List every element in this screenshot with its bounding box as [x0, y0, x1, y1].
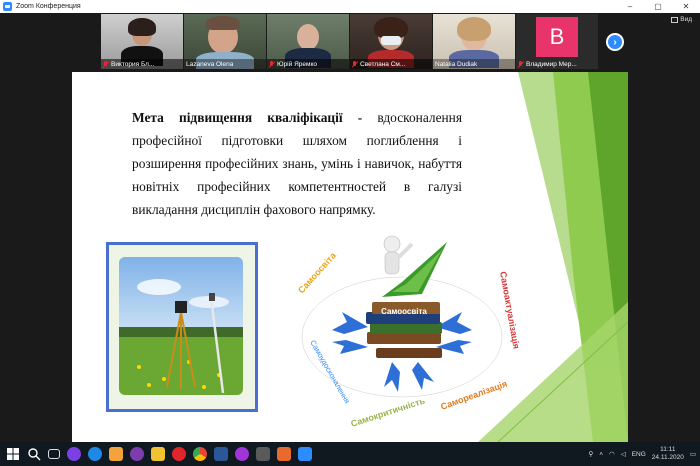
participant-name: Светлана См... [360, 60, 406, 68]
zoom-window: Zoom Конференция – ▢ ✕ Виктория Бл... La… [0, 0, 700, 466]
window-title: Zoom Конференция [16, 3, 81, 10]
diagram-label: Самоосвіта [296, 250, 339, 296]
shared-slide: Мета підвищення кваліфікації - вдосконал… [72, 72, 628, 442]
slide-text: Мета підвищення кваліфікації - вдосконал… [132, 106, 462, 221]
diagram-center-label: Самоосвіта [381, 307, 427, 316]
self-development-diagram: Самоосвіта Самоосвіта Самоактуалізація С… [296, 235, 522, 429]
notepad-icon[interactable] [277, 447, 291, 461]
explorer-icon[interactable] [151, 447, 165, 461]
participant-name: Владимир Мер... [526, 60, 577, 68]
participant-name: Юрій Яремко [277, 60, 317, 68]
participant-name: Виктория Бл... [111, 60, 155, 68]
survey-photo [119, 257, 243, 395]
view-button-label: Вид [680, 16, 692, 23]
participant-tile[interactable]: Виктория Бл... [101, 14, 183, 69]
clock[interactable]: 11:11 24.11.2020 [652, 446, 684, 462]
search-icon[interactable] [27, 447, 41, 461]
opera-icon[interactable] [172, 447, 186, 461]
word-icon[interactable] [214, 447, 228, 461]
store-icon[interactable] [109, 447, 123, 461]
calculator-icon[interactable] [256, 447, 270, 461]
participant-tile[interactable]: Светлана См... [350, 14, 432, 69]
participant-tile[interactable]: B Владимир Мер... [516, 14, 598, 69]
grid-icon [671, 16, 679, 23]
task-view-icon[interactable] [48, 449, 60, 459]
system-tray: ⚲ ˄ ◠ ◁ ENG 11:11 24.11.2020 ▭ [588, 442, 696, 466]
chevron-up-icon[interactable]: ˄ [599, 451, 603, 458]
chrome-icon[interactable] [193, 447, 207, 461]
diagram-label: Самореалізація [439, 379, 508, 412]
participant-strip: Виктория Бл... Lazaneva Olena Юрій Яремк… [0, 13, 700, 70]
volume-icon[interactable]: ◁ [621, 450, 626, 458]
zoom-icon[interactable] [298, 447, 312, 461]
diagram-label: Самоактуалізація [498, 271, 521, 350]
participant-name: Natalia Dudiak [435, 60, 478, 68]
slide-body: вдосконалення професійної підготовки шля… [132, 110, 462, 217]
edge-icon[interactable] [88, 447, 102, 461]
avatar: B [536, 17, 578, 57]
participant-name: Lazaneva Olena [186, 60, 234, 68]
view-button[interactable]: Вид [671, 16, 692, 23]
muted-mic-icon [269, 60, 275, 68]
participant-tile[interactable]: Юрій Яремко [267, 14, 349, 69]
yandex-icon[interactable] [67, 447, 81, 461]
muted-mic-icon [352, 60, 358, 68]
people-icon[interactable]: ⚲ [588, 450, 593, 458]
title-bar: Zoom Конференция – ▢ ✕ [0, 0, 700, 13]
slide-heading: Мета підвищення кваліфікації - [132, 110, 363, 125]
muted-mic-icon [103, 60, 109, 68]
language-indicator[interactable]: ENG [632, 451, 646, 458]
notifications-icon[interactable]: ▭ [690, 450, 696, 458]
maximize-button[interactable]: ▢ [644, 0, 672, 13]
messenger-icon[interactable] [235, 447, 249, 461]
zoom-app-icon [3, 2, 12, 11]
close-button[interactable]: ✕ [672, 0, 700, 13]
clock-time: 11:11 [660, 446, 676, 453]
clock-date: 24.11.2020 [651, 454, 684, 461]
windows-icon[interactable] [6, 447, 20, 461]
chevron-right-icon: › [613, 36, 617, 48]
taskbar: ⚲ ˄ ◠ ◁ ENG 11:11 24.11.2020 ▭ [0, 442, 700, 466]
diagram-label: Самокритичність [350, 395, 427, 429]
muted-mic-icon [518, 60, 524, 68]
minimize-button[interactable]: – [616, 0, 644, 13]
viber-icon[interactable] [130, 447, 144, 461]
participant-tile[interactable]: Lazaneva Olena [184, 14, 266, 69]
window-controls: – ▢ ✕ [616, 0, 700, 13]
survey-photo-frame [106, 242, 258, 412]
participant-tile[interactable]: Natalia Dudiak [433, 14, 515, 69]
next-page-button[interactable]: › [606, 33, 624, 51]
wifi-icon[interactable]: ◠ [609, 450, 615, 458]
